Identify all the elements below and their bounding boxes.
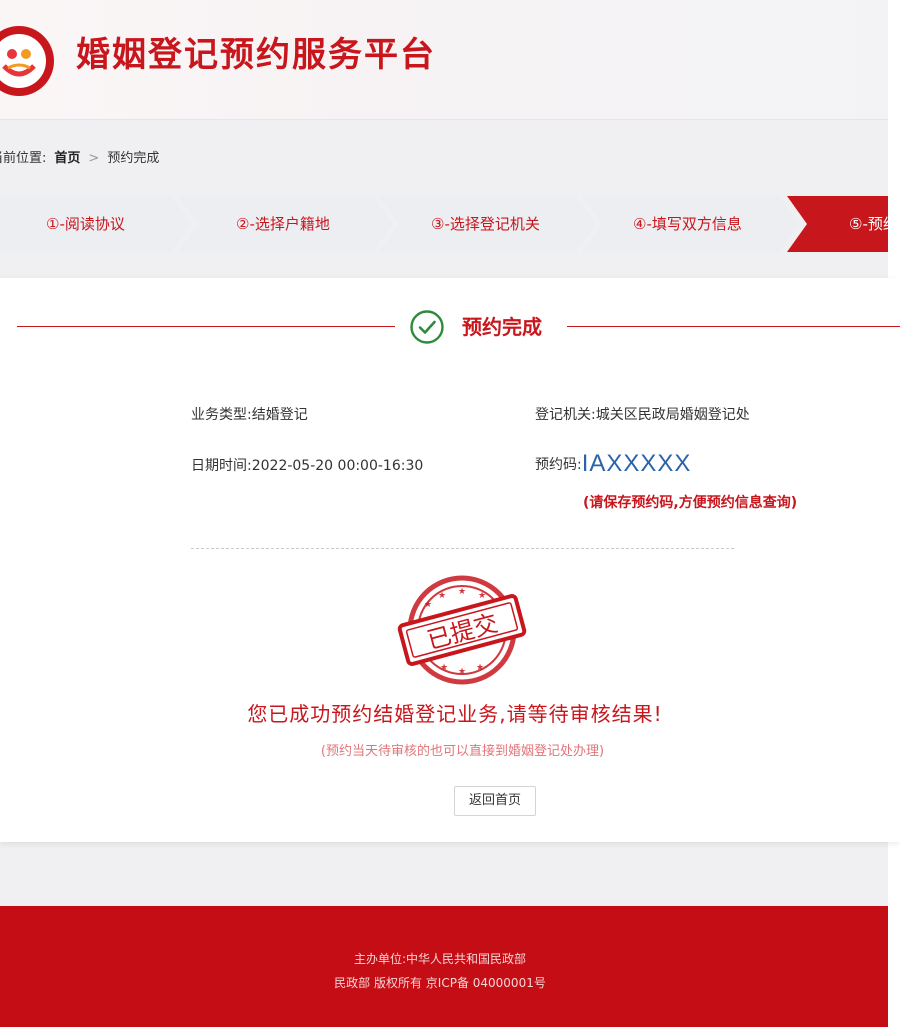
step-4: ④-填写双方信息 <box>633 215 742 233</box>
svg-text:★: ★ <box>458 587 466 597</box>
svg-text:★: ★ <box>476 663 484 673</box>
breadcrumb-home-link[interactable]: 首页 <box>54 151 80 166</box>
dashed-divider <box>191 548 734 549</box>
check-circle-icon <box>410 310 444 344</box>
result-title-row: 预约完成 <box>0 308 900 346</box>
svg-text:★: ★ <box>424 600 432 610</box>
sub-message: (预约当天待审核的也可以直接到婚姻登记处办理) <box>320 744 605 759</box>
step-3: ③-选择登记机关 <box>431 215 540 233</box>
office-value: 城关区民政局婚姻登记处 <box>595 407 750 423</box>
business-type-value: 结婚登记 <box>251 407 308 423</box>
save-code-hint: (请保存预约码,方便预约信息查询) <box>583 495 798 511</box>
svg-text:★: ★ <box>438 591 446 601</box>
registration-office: 登记机关:城关区民政局婚姻登记处 <box>535 404 750 424</box>
breadcrumb: 当前位置: 首页 > 预约完成 <box>0 148 159 170</box>
step-2: ②-选择户籍地 <box>236 215 330 233</box>
back-home-button[interactable]: 返回首页 <box>454 786 536 816</box>
result-title: 预约完成 <box>462 315 542 339</box>
office-label: 登记机关: <box>535 407 596 423</box>
appointment-datetime: 日期时间:2022-05-20 00:00-16:30 <box>191 455 423 475</box>
footer-organizer: 主办单位:中华人民共和国民政部 <box>353 952 527 966</box>
svg-text:★: ★ <box>440 663 448 673</box>
title-divider-left <box>17 326 395 327</box>
step-progress-bar: ①-阅读协议 ②-选择户籍地 ③-选择登记机关 ④-填写双方信息 ⑤-预约完成 <box>0 196 888 252</box>
breadcrumb-separator: > <box>88 151 100 166</box>
result-card: 预约完成 业务类型:结婚登记 登记机关:城关区民政局婚姻登记处 日期时间:202… <box>0 278 900 842</box>
svg-text:★: ★ <box>458 667 466 677</box>
code-value: IAXXXXX <box>581 450 692 477</box>
appointment-code: 预约码:IAXXXXX <box>535 450 691 478</box>
business-type-label: 业务类型: <box>191 407 252 423</box>
code-label: 预约码: <box>535 457 582 473</box>
site-header: 婚姻登记预约服务平台 <box>0 0 888 120</box>
datetime-label: 日期时间: <box>191 458 252 474</box>
title-divider-right <box>567 326 900 327</box>
datetime-value: 2022-05-20 00:00-16:30 <box>251 458 424 474</box>
svg-text:★: ★ <box>478 591 486 601</box>
footer-copyright: 民政部 版权所有 京ICP备 04000001号 <box>334 976 546 990</box>
site-footer: 主办单位:中华人民共和国民政部 民政部 版权所有 京ICP备 04000001号 <box>0 906 888 1027</box>
stamp-graphic: ★ ★ ★ ★ ★ ★ ★ ★ 已提交 <box>397 575 527 685</box>
step-1: ①-阅读协议 <box>46 215 125 233</box>
breadcrumb-prefix: 当前位置: <box>0 151 47 166</box>
site-title: 婚姻登记预约服务平台 <box>76 35 436 75</box>
success-message: 您已成功预约结婚登记业务,请等待审核结果! <box>247 702 663 726</box>
site-logo[interactable] <box>0 24 56 98</box>
submitted-stamp: ★ ★ ★ ★ ★ ★ ★ ★ 已提交 <box>384 574 540 686</box>
breadcrumb-current: 预约完成 <box>107 151 160 166</box>
business-type: 业务类型:结婚登记 <box>191 404 308 424</box>
step-5-active: ⑤-预约完成 <box>849 215 888 233</box>
